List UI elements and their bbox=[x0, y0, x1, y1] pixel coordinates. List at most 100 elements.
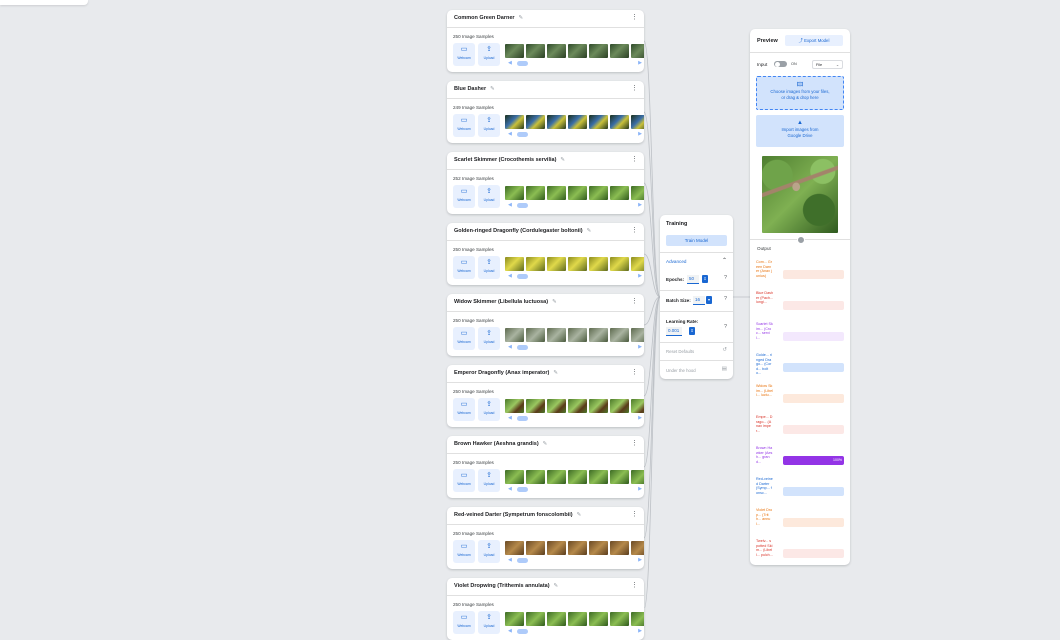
kebab-menu-icon[interactable]: ⋮ bbox=[631, 156, 638, 163]
chevron-up-icon[interactable]: ⌃ bbox=[722, 257, 727, 264]
sample-thumbnail[interactable] bbox=[589, 115, 608, 129]
sample-thumbnail[interactable] bbox=[505, 115, 524, 129]
sample-thumbnail[interactable] bbox=[589, 541, 608, 555]
scroll-right-icon[interactable]: ▶ bbox=[638, 629, 642, 634]
sample-thumbnail[interactable] bbox=[631, 257, 644, 271]
thumbnail-scrollbar[interactable] bbox=[517, 487, 528, 492]
sample-thumbnail[interactable] bbox=[526, 115, 545, 129]
sample-thumbnail[interactable] bbox=[547, 399, 566, 413]
scroll-right-icon[interactable]: ▶ bbox=[638, 416, 642, 421]
upload-button[interactable]: ⇪ Upload bbox=[478, 114, 500, 137]
kebab-menu-icon[interactable]: ⋮ bbox=[631, 582, 638, 589]
kebab-menu-icon[interactable]: ⋮ bbox=[631, 511, 638, 518]
batch-size-select[interactable]: 16 bbox=[693, 296, 705, 305]
scroll-right-icon[interactable]: ▶ bbox=[638, 345, 642, 350]
upload-button[interactable]: ⇪ Upload bbox=[478, 469, 500, 492]
epochs-stepper[interactable]: ⇕ bbox=[702, 275, 708, 283]
thumbnail-scrollbar[interactable] bbox=[517, 274, 528, 279]
thumbnail-scrollbar[interactable] bbox=[517, 345, 528, 350]
sample-thumbnail[interactable] bbox=[610, 328, 629, 342]
class-name[interactable]: Golden-ringed Dragonfly (Cordulegaster b… bbox=[454, 228, 591, 234]
sample-thumbnail[interactable] bbox=[526, 470, 545, 484]
thumbnail-scrollbar[interactable] bbox=[517, 416, 528, 421]
export-model-button[interactable]: ⤴ Export Model bbox=[785, 35, 843, 46]
help-icon[interactable]: ? bbox=[724, 324, 727, 330]
class-name[interactable]: Scarlet Skimmer (Crocothemis servilia) ✎ bbox=[454, 157, 565, 163]
sample-thumbnail[interactable] bbox=[568, 612, 587, 626]
thumbnail-scrollbar[interactable] bbox=[517, 558, 528, 563]
scroll-left-icon[interactable]: ◀ bbox=[508, 61, 512, 66]
under-the-hood-button[interactable]: Under the hood bbox=[666, 368, 696, 373]
sample-thumbnail[interactable] bbox=[631, 399, 644, 413]
sample-thumbnail[interactable] bbox=[631, 470, 644, 484]
sample-thumbnail[interactable] bbox=[547, 186, 566, 200]
webcam-button[interactable]: ▭ Webcam bbox=[453, 114, 475, 137]
sample-thumbnail[interactable] bbox=[589, 399, 608, 413]
pencil-icon[interactable]: ✎ bbox=[490, 86, 495, 92]
pencil-icon[interactable]: ✎ bbox=[560, 157, 565, 163]
sample-thumbnail[interactable] bbox=[547, 44, 566, 58]
scroll-left-icon[interactable]: ◀ bbox=[508, 487, 512, 492]
scroll-right-icon[interactable]: ▶ bbox=[638, 203, 642, 208]
learning-rate-stepper[interactable]: ⇕ bbox=[689, 327, 695, 335]
class-name[interactable]: Violet Dropwing (Trithemis annulata) ✎ bbox=[454, 583, 558, 589]
scroll-left-icon[interactable]: ◀ bbox=[508, 274, 512, 279]
sample-thumbnail[interactable] bbox=[568, 115, 587, 129]
kebab-menu-icon[interactable]: ⋮ bbox=[631, 85, 638, 92]
help-icon[interactable]: ? bbox=[724, 296, 727, 302]
webcam-button[interactable]: ▭ Webcam bbox=[453, 540, 475, 563]
input-source-select[interactable]: File ⌄ bbox=[812, 60, 843, 69]
sample-thumbnail[interactable] bbox=[631, 115, 644, 129]
sample-thumbnail[interactable] bbox=[610, 470, 629, 484]
class-name[interactable]: Widow Skimmer (Libellula luctuosa) ✎ bbox=[454, 299, 557, 305]
sample-thumbnail[interactable] bbox=[589, 186, 608, 200]
thumbnail-scrollbar[interactable] bbox=[517, 132, 528, 137]
class-name[interactable]: Blue Dasher ✎ bbox=[454, 86, 495, 92]
kebab-menu-icon[interactable]: ⋮ bbox=[631, 14, 638, 21]
sample-thumbnail[interactable] bbox=[568, 186, 587, 200]
google-drive-import-button[interactable]: ▲ Import images from Google Drive bbox=[756, 115, 844, 147]
sample-thumbnail[interactable] bbox=[631, 541, 644, 555]
sample-thumbnail[interactable] bbox=[589, 328, 608, 342]
webcam-button[interactable]: ▭ Webcam bbox=[453, 43, 475, 66]
advanced-toggle[interactable]: Advanced bbox=[666, 259, 686, 264]
pencil-icon[interactable]: ✎ bbox=[553, 370, 558, 376]
sample-thumbnail[interactable] bbox=[589, 257, 608, 271]
sample-thumbnail[interactable] bbox=[505, 399, 524, 413]
thumbnail-scrollbar[interactable] bbox=[517, 61, 528, 66]
sample-thumbnail[interactable] bbox=[547, 470, 566, 484]
train-model-button[interactable]: Train Model bbox=[666, 235, 727, 246]
batch-size-dropdown-icon[interactable]: ▾ bbox=[706, 296, 712, 304]
sample-thumbnail[interactable] bbox=[610, 612, 629, 626]
upload-button[interactable]: ⇪ Upload bbox=[478, 185, 500, 208]
sample-thumbnail[interactable] bbox=[568, 44, 587, 58]
sample-thumbnail[interactable] bbox=[631, 612, 644, 626]
class-name[interactable]: Emperor Dragonfly (Anax imperator) ✎ bbox=[454, 370, 558, 376]
kebab-menu-icon[interactable]: ⋮ bbox=[631, 227, 638, 234]
sample-thumbnail[interactable] bbox=[631, 44, 644, 58]
scroll-left-icon[interactable]: ◀ bbox=[508, 203, 512, 208]
webcam-button[interactable]: ▭ Webcam bbox=[453, 398, 475, 421]
resize-handle[interactable] bbox=[797, 236, 805, 244]
upload-button[interactable]: ⇪ Upload bbox=[478, 327, 500, 350]
sample-thumbnail[interactable] bbox=[547, 328, 566, 342]
sample-thumbnail[interactable] bbox=[589, 470, 608, 484]
epochs-input[interactable]: 50 bbox=[687, 275, 699, 284]
file-drop-zone[interactable]: 🖾 Choose images from your files, or drag… bbox=[756, 76, 844, 110]
sample-thumbnail[interactable] bbox=[505, 328, 524, 342]
pencil-icon[interactable]: ✎ bbox=[543, 441, 548, 447]
sample-thumbnail[interactable] bbox=[568, 257, 587, 271]
sample-thumbnail[interactable] bbox=[547, 541, 566, 555]
scroll-right-icon[interactable]: ▶ bbox=[638, 487, 642, 492]
sample-thumbnail[interactable] bbox=[610, 399, 629, 413]
scroll-right-icon[interactable]: ▶ bbox=[638, 132, 642, 137]
pencil-icon[interactable]: ✎ bbox=[552, 299, 557, 305]
scroll-left-icon[interactable]: ◀ bbox=[508, 558, 512, 563]
sample-thumbnail[interactable] bbox=[610, 541, 629, 555]
sample-thumbnail[interactable] bbox=[526, 612, 545, 626]
upload-button[interactable]: ⇪ Upload bbox=[478, 611, 500, 634]
sample-thumbnail[interactable] bbox=[505, 470, 524, 484]
sample-thumbnail[interactable] bbox=[526, 186, 545, 200]
class-name[interactable]: Common Green Darner ✎ bbox=[454, 15, 523, 21]
sample-thumbnail[interactable] bbox=[610, 186, 629, 200]
